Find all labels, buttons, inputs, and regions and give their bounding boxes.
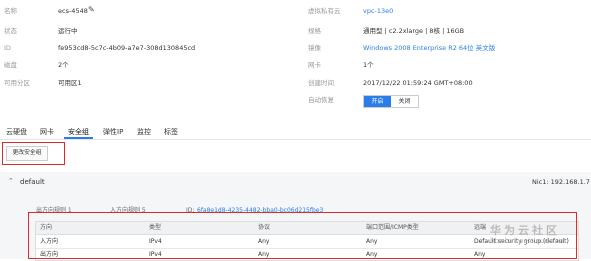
watermark-url: bbs.huaweicloud.com	[490, 237, 567, 245]
id-label: ID	[4, 44, 11, 52]
auto-recover-off-button[interactable]: 关闭	[391, 96, 418, 107]
server-id: fe953cd8-5c7c-4b09-a7e7-308d130845cd	[58, 44, 196, 52]
highlight-box-button	[2, 142, 65, 165]
nic-count: 1个	[363, 61, 374, 69]
security-group-name[interactable]: default	[20, 179, 45, 186]
az-label: 可用分区	[4, 79, 30, 87]
tab-monitoring[interactable]: 监控	[137, 127, 151, 137]
tab-tags[interactable]: 标签	[164, 127, 178, 137]
vpc-label: 虚拟私有云	[308, 7, 341, 15]
spec-value: 通用型 | c2.2xlarge | 8核 | 16GB	[363, 27, 465, 35]
auto-recover-on-button[interactable]: 开启	[364, 96, 391, 107]
name-label: 名称	[4, 7, 17, 15]
status-label: 状态	[4, 27, 17, 35]
status-value: 运行中	[58, 27, 78, 35]
tab-cloud-disk[interactable]: 云硬盘	[6, 127, 27, 137]
created-time: 2017/12/22 01:59:24 GMT+08:00	[363, 79, 473, 87]
tab-eip[interactable]: 弹性IP	[103, 127, 123, 137]
image-link[interactable]: Windows 2008 Enterprise R2 64位 英文版	[363, 45, 495, 52]
nic-address: Nic1: 192.168.1.7	[532, 178, 590, 186]
vpc-link[interactable]: vpc-13e0	[363, 8, 393, 15]
server-name: ecs-4548	[58, 7, 88, 15]
nic-label: 网卡	[308, 61, 321, 69]
az-value: 可用区1	[58, 79, 82, 87]
watermark-logo-text: 华为云社区	[490, 224, 560, 237]
disk-count: 2个	[58, 61, 69, 69]
auto-recover-toggle[interactable]: 开启 关闭	[363, 95, 419, 108]
collapse-chevron-icon[interactable]: ⌃	[8, 178, 14, 185]
disk-label: 磁盘	[4, 61, 17, 69]
image-label: 镜像	[308, 44, 321, 52]
created-label: 创建时间	[308, 79, 334, 87]
edit-pencil-icon[interactable]: ✎	[88, 6, 95, 14]
tabs-divider	[0, 139, 591, 140]
auto-recover-label: 自动恢复	[308, 96, 334, 104]
spec-label: 规格	[308, 27, 321, 35]
tab-security-group[interactable]: 安全组	[68, 127, 89, 137]
tab-nic[interactable]: 网卡	[40, 127, 54, 137]
